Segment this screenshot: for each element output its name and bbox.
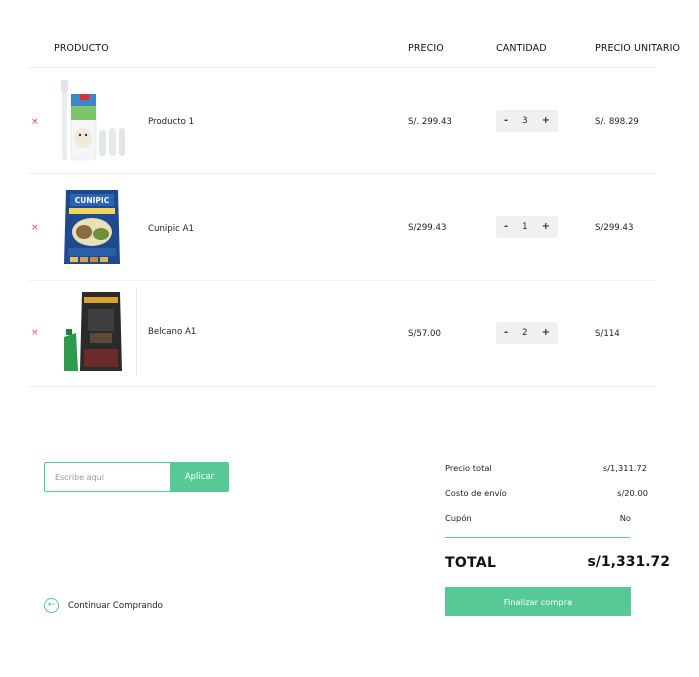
unit-price: S/114 [595,329,620,339]
cart-row: × Producto 1 S/. 299.43 - 3 + S/. 898.29 [0,68,699,173]
unit-price: S/. 898.29 [595,117,639,127]
quantity-value[interactable]: 1 [522,222,527,232]
divider [28,386,656,387]
apply-coupon-button[interactable]: Aplicar [170,462,229,492]
product-image [58,289,138,375]
quantity-stepper: - 1 + [496,216,558,238]
cart-row: × Belcano A1 S/57.00 - 2 + S/114 [0,281,699,386]
remove-icon[interactable]: × [31,223,39,233]
remove-icon[interactable]: × [31,117,39,127]
product-name[interactable]: Producto 1 [148,117,194,127]
product-name[interactable]: Cunipic A1 [148,224,194,234]
increase-button[interactable]: + [542,328,550,338]
header-price: PRECIO [408,43,444,54]
quantity-value[interactable]: 2 [522,328,527,338]
subtotal-value: s/1,311.72 [602,463,647,473]
decrease-button[interactable]: - [504,328,508,338]
total-label: TOTAL [445,555,497,571]
arrow-left-icon: ← [44,598,59,613]
header-product: PRODUCTO [54,43,109,54]
increase-button[interactable]: + [542,116,550,126]
shipping-value: s/20.00 [617,488,648,498]
header-unit-price: PRECIO UNITARIO [595,43,681,54]
shipping-label: Costo de envío [445,488,507,498]
continue-shopping-label: Continuar Comprando [68,600,163,611]
quantity-stepper: - 3 + [496,110,558,132]
remove-icon[interactable]: × [31,328,39,338]
header-quantity: CANTIDAD [496,43,547,54]
product-price: S/. 299.43 [408,117,452,127]
coupon-summary-label: Cupón [445,513,472,523]
product-image: CUNIPIC [46,184,138,270]
product-price: S/299.43 [408,223,447,233]
decrease-button[interactable]: - [504,116,508,126]
coupon-form: Aplicar [44,462,229,492]
checkout-button[interactable]: Finalizar compra [445,587,631,616]
continue-shopping-link[interactable]: ← Continuar Comprando [44,598,163,613]
decrease-button[interactable]: - [504,222,508,232]
product-image [54,78,128,164]
quantity-value[interactable]: 3 [522,116,527,126]
svg-text:CUNIPIC: CUNIPIC [75,196,110,205]
coupon-input[interactable] [44,462,170,492]
product-price: S/57.00 [408,329,441,339]
product-name[interactable]: Belcano A1 [148,327,196,337]
coupon-summary-value: No [619,513,631,523]
unit-price: S/299.43 [595,223,634,233]
cart-row: × CUNIPIC Cunipic A1 S/299.43 - 1 + S/29… [0,174,699,280]
increase-button[interactable]: + [542,222,550,232]
subtotal-label: Precio total [445,463,492,473]
summary-divider [445,537,630,538]
quantity-stepper: - 2 + [496,322,558,344]
total-value: s/1,331.72 [587,554,670,570]
